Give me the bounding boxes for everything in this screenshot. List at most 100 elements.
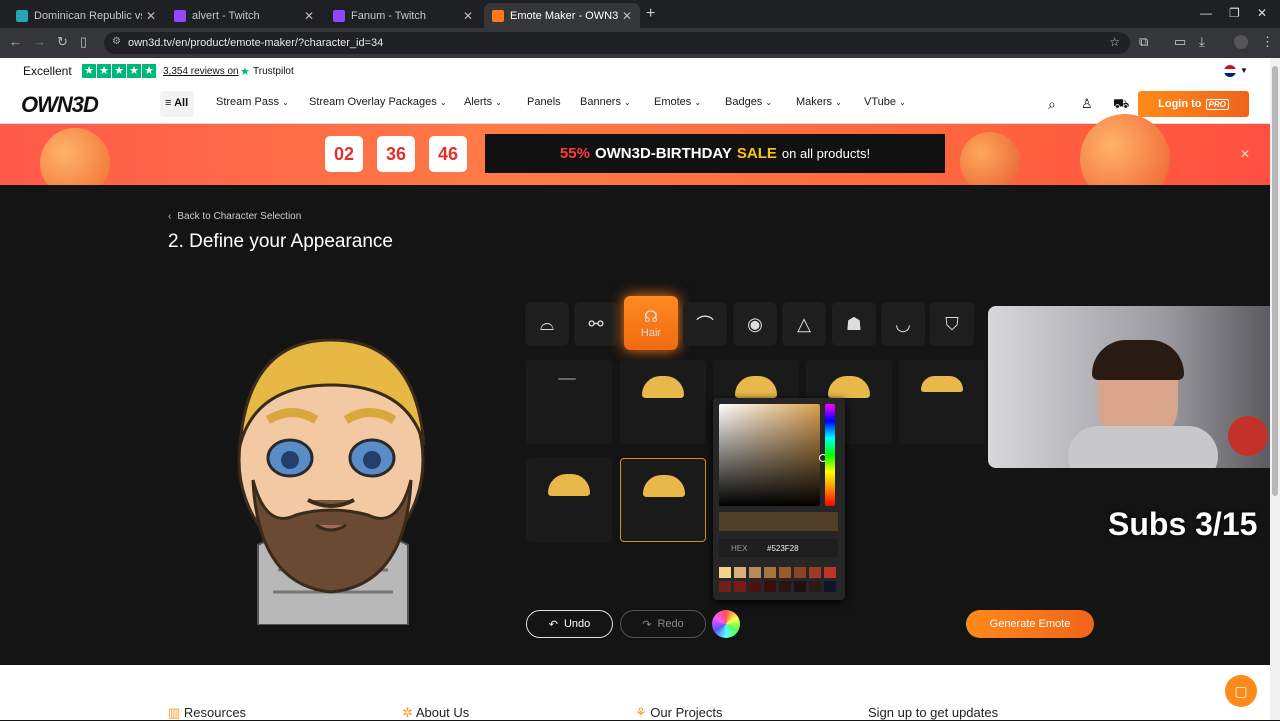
color-swatch[interactable] <box>719 581 731 592</box>
close-icon[interactable]: ✕ <box>146 9 156 23</box>
language-flag-icon[interactable] <box>1224 65 1236 77</box>
chevron-down-icon: ⌄ <box>624 98 631 107</box>
sidebar-icon[interactable]: ▯ <box>80 34 87 50</box>
browser-tab[interactable]: alvert - Twitch ✕ <box>166 3 322 28</box>
category-nose[interactable]: △ <box>782 302 826 346</box>
hue-slider[interactable] <box>825 404 835 506</box>
redo-button[interactable]: ↷ Redo <box>620 610 706 638</box>
back-icon[interactable]: ← <box>9 34 22 49</box>
forward-icon[interactable]: → <box>33 34 46 49</box>
all-menu-button[interactable]: ≡ All <box>160 91 194 117</box>
pro-badge: PRO <box>1205 98 1229 110</box>
shirt-icon: ⛉ <box>945 313 959 334</box>
footer-label: Our Projects <box>650 705 723 720</box>
category-eyes[interactable]: ◉ <box>733 302 777 346</box>
close-icon[interactable]: ✕ <box>622 9 632 23</box>
browser-tab[interactable]: Dominican Republic vs USA Live ✕ <box>8 3 164 28</box>
extensions-icon[interactable]: ⧉ <box>1139 34 1148 50</box>
minimize-icon[interactable]: — <box>1200 6 1212 20</box>
login-pro-button[interactable]: Login to PRO <box>1138 91 1249 117</box>
nav-item-alerts[interactable]: Alerts ⌄ <box>464 96 502 108</box>
category-hair[interactable]: ☊ Hair <box>624 296 678 350</box>
color-swatch[interactable] <box>719 567 731 578</box>
browser-tab-active[interactable]: Emote Maker - OWN3D ✕ <box>484 3 640 28</box>
search-icon[interactable]: ⌕ <box>1048 96 1056 113</box>
chevron-down-icon[interactable]: ▼ <box>1240 66 1248 75</box>
footer-label: About Us <box>415 705 470 720</box>
category-outfit[interactable]: ⛉ <box>930 302 974 346</box>
nav-label: Emotes <box>654 96 692 108</box>
category-mouth[interactable]: ◡ <box>881 302 925 346</box>
color-swatch[interactable] <box>749 567 761 578</box>
reviews-link[interactable]: 3,354 reviews on <box>163 66 239 77</box>
category-headwear[interactable]: ⌓ <box>525 302 569 346</box>
profile-avatar[interactable] <box>1234 35 1248 49</box>
tab-title: alvert - Twitch <box>192 9 260 22</box>
generate-emote-button[interactable]: Generate Emote <box>966 610 1094 638</box>
footer-our-projects[interactable]: ⚘ Our Projects <box>635 705 723 721</box>
footer-resources[interactable]: ▥ Resources <box>168 705 246 721</box>
own3d-logo[interactable]: OWN3D <box>21 92 99 118</box>
close-icon[interactable]: ✕ <box>463 9 473 23</box>
nav-label: Banners <box>580 96 621 108</box>
hair-option-selected[interactable] <box>620 458 706 542</box>
color-swatch[interactable] <box>734 581 746 592</box>
tab-title: Fanum - Twitch <box>351 9 426 22</box>
hair-option-none[interactable] <box>526 360 612 444</box>
new-tab-icon[interactable]: + <box>646 5 655 23</box>
color-swatch[interactable] <box>779 581 791 592</box>
color-swatch[interactable] <box>809 567 821 578</box>
bookmark-star-icon[interactable]: ☆ <box>1109 35 1120 49</box>
browser-menu-icon[interactable]: ⋮ <box>1261 34 1274 50</box>
nav-item-panels[interactable]: Panels <box>527 96 561 108</box>
download-icon[interactable]: ⤓ <box>1199 34 1205 50</box>
category-glasses[interactable]: ⚯ <box>574 302 618 346</box>
banner-close-icon[interactable]: ✕ <box>1240 147 1250 161</box>
sale-headline[interactable]: 55% OWN3D-BIRTHDAY SALE on all products! <box>485 134 945 173</box>
address-bar[interactable]: ⚙ own3d.tv/en/product/emote-maker/?chara… <box>104 32 1130 54</box>
hex-input[interactable]: HEX #523F28 <box>719 539 838 557</box>
page-title: 2. Define your Appearance <box>168 231 393 252</box>
nav-item-stream-overlay-packages[interactable]: Stream Overlay Packages ⌄ <box>309 96 447 108</box>
scrollbar-thumb[interactable] <box>1272 66 1278 496</box>
category-beard[interactable]: ☗ <box>832 302 876 346</box>
saturation-area[interactable] <box>719 404 820 506</box>
color-swatch[interactable] <box>764 567 776 578</box>
site-info-icon[interactable]: ⚙ <box>112 36 121 47</box>
nav-item-makers[interactable]: Makers ⌄ <box>796 96 842 108</box>
nav-item-vtube[interactable]: VTube ⌄ <box>864 96 906 108</box>
color-swatch[interactable] <box>764 581 776 592</box>
reload-icon[interactable]: ↻ <box>57 34 68 50</box>
hair-option[interactable] <box>899 360 985 444</box>
nav-item-badges[interactable]: Badges ⌄ <box>725 96 772 108</box>
color-swatch[interactable] <box>824 581 836 592</box>
color-swatch[interactable] <box>809 581 821 592</box>
category-eyebrows[interactable]: ⌒ <box>683 302 727 346</box>
close-icon[interactable]: ✕ <box>304 9 314 23</box>
chat-support-button[interactable]: ▢ <box>1225 675 1257 707</box>
subs-counter-overlay: Subs 3/15 <box>1108 506 1258 542</box>
color-swatch[interactable] <box>779 567 791 578</box>
color-swatch[interactable] <box>794 567 806 578</box>
footer-about-us[interactable]: ✲ About Us <box>402 705 469 721</box>
chevron-down-icon: ⌄ <box>835 98 842 107</box>
cast-icon[interactable]: ▭ <box>1174 34 1186 50</box>
hair-option[interactable] <box>526 458 612 542</box>
nav-item-stream-pass[interactable]: Stream Pass ⌄ <box>216 96 289 108</box>
color-swatch[interactable] <box>749 581 761 592</box>
color-swatch[interactable] <box>734 567 746 578</box>
hair-option[interactable] <box>620 360 706 444</box>
nav-item-emotes[interactable]: Emotes ⌄ <box>654 96 701 108</box>
cart-icon[interactable]: ⛟ <box>1113 96 1129 114</box>
account-icon[interactable]: ♙ <box>1081 96 1093 112</box>
color-swatch[interactable] <box>794 581 806 592</box>
color-swatch[interactable] <box>824 567 836 578</box>
color-wheel-button[interactable] <box>712 610 740 638</box>
page-scrollbar[interactable] <box>1270 58 1280 720</box>
undo-button[interactable]: ↶ Undo <box>526 610 613 638</box>
browser-tab[interactable]: Fanum - Twitch ✕ <box>325 3 481 28</box>
back-to-selection-link[interactable]: ‹ Back to Character Selection <box>168 211 301 222</box>
nav-item-banners[interactable]: Banners ⌄ <box>580 96 631 108</box>
window-close-icon[interactable]: ✕ <box>1257 6 1267 20</box>
restore-icon[interactable]: ❐ <box>1229 6 1240 20</box>
